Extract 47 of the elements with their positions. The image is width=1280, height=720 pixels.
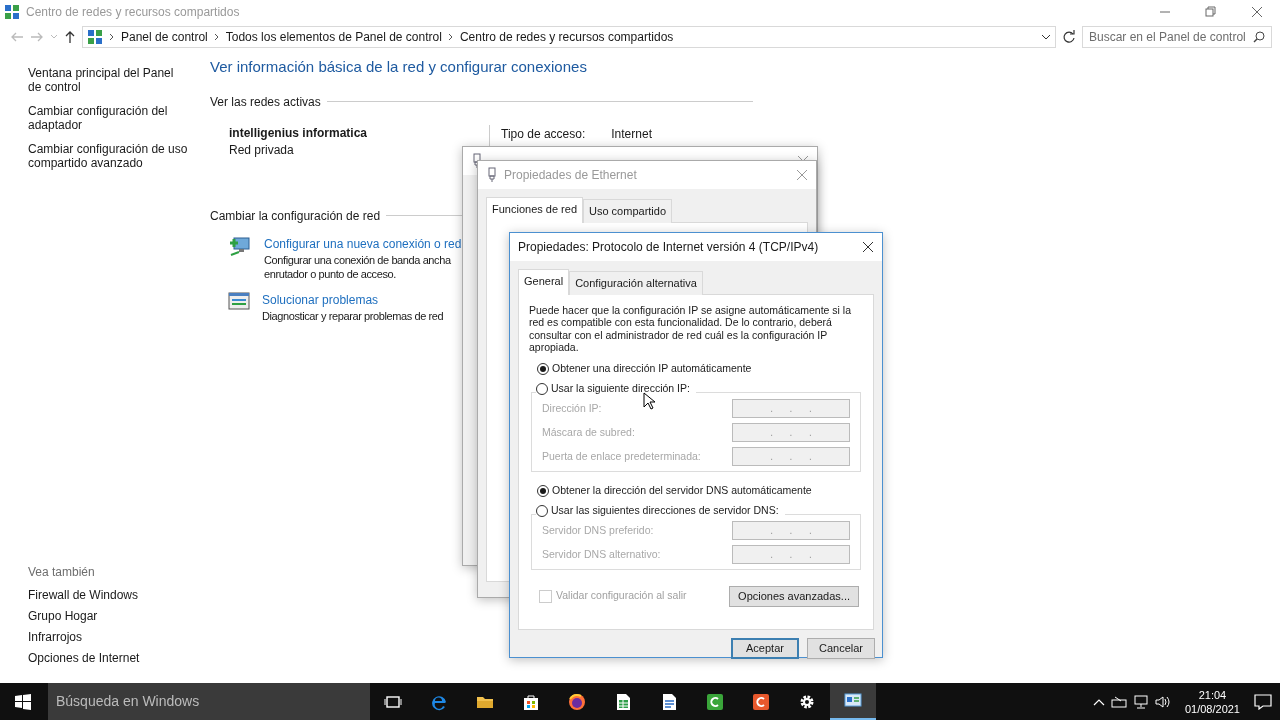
sidebar-link[interactable]: Firewall de Windows bbox=[28, 588, 190, 602]
sidebar-link[interactable]: Grupo Hogar bbox=[28, 609, 190, 623]
dialog-title: Propiedades: Protocolo de Internet versión 4 (TCP/IPv4) bbox=[518, 239, 819, 256]
breadcrumb[interactable]: Todos los elementos de Panel de control bbox=[225, 28, 442, 46]
clock-date[interactable]: 01/08/2021 bbox=[1184, 701, 1240, 716]
section-label: Cambiar la configuración de red bbox=[210, 207, 381, 225]
tab[interactable]: Configuración alternativa bbox=[569, 271, 703, 295]
section-label: Vea también bbox=[28, 564, 96, 581]
sidebar-link[interactable]: Infrarrojos bbox=[28, 630, 190, 644]
page-heading: Ver información básica de la red y configurar conexiones bbox=[210, 57, 588, 77]
radio-label[interactable]: Obtener la dirección del servidor DNS automáticamente bbox=[552, 482, 812, 499]
field-label: Dirección IP: bbox=[542, 400, 602, 416]
sidebar-link[interactable]: Cambiar configuración del adaptador bbox=[28, 104, 190, 132]
tab[interactable]: General bbox=[518, 269, 570, 295]
field-value: Internet bbox=[611, 125, 652, 139]
dialog-title: Propiedades de Ethernet bbox=[504, 167, 637, 184]
breadcrumb[interactable]: Panel de control bbox=[121, 28, 208, 46]
radio-label[interactable]: Obtener una dirección IP automáticamente bbox=[552, 360, 752, 377]
clock-time[interactable]: 21:04 bbox=[1184, 687, 1240, 702]
sidebar-link[interactable]: Opciones de Internet bbox=[28, 651, 190, 665]
advanced-options-button[interactable]: Opciones avanzadas... bbox=[729, 585, 859, 607]
field-label: Puerta de enlace predeterminada: bbox=[542, 448, 701, 464]
search-field[interactable]: Búsqueda en Windows bbox=[48, 683, 370, 720]
sidebar-link[interactable]: Ventana principal del Panel de control bbox=[28, 66, 190, 94]
tab[interactable]: Uso compartido bbox=[583, 199, 673, 223]
tab[interactable]: Funciones de red bbox=[486, 197, 583, 223]
task-description: Configurar una conexión de banda ancha enrutador o punto de acceso. bbox=[264, 252, 452, 281]
network-type: Red privada bbox=[229, 141, 295, 159]
task-link[interactable]: Solucionar problemas bbox=[262, 292, 379, 307]
section-label: Ver las redes activas bbox=[210, 93, 321, 111]
radio-label[interactable]: Usar las siguientes direcciones de servidor DNS: bbox=[551, 502, 779, 519]
radio-label[interactable]: Usar la siguiente dirección IP: bbox=[551, 380, 690, 397]
address-field[interactable]: Panel de control Todos los elementos de Panel de control Centro de redes y recursos compartidos bbox=[82, 26, 1056, 48]
task-description: Diagnosticar y reparar problemas de red bbox=[262, 308, 444, 323]
field-label: Servidor DNS alternativo: bbox=[542, 546, 661, 562]
description-text: Puede hacer que la configuración IP se asigne automáticamente si la red es compatible con esta funcionalidad. De lo contrario, deberá consultar con el administrador de red cuál es la configuración IP apropiada. bbox=[529, 303, 852, 354]
search-field[interactable]: Buscar en el Panel de control bbox=[1082, 26, 1272, 48]
field-label: Máscara de subred: bbox=[542, 424, 635, 440]
ok-button[interactable]: Aceptar bbox=[731, 637, 799, 659]
window-title: Centro de redes y recursos compartidos bbox=[26, 4, 240, 21]
sidebar-link[interactable]: Cambiar configuración de uso compartido avanzado bbox=[28, 142, 190, 170]
field-label: Servidor DNS preferido: bbox=[542, 522, 654, 538]
network-name: intelligenius informatica bbox=[229, 124, 369, 142]
field-label: Tipo de acceso: bbox=[501, 125, 586, 139]
cancel-button[interactable]: Cancelar bbox=[807, 637, 875, 659]
task-link[interactable]: Configurar una nueva conexión o red bbox=[264, 236, 462, 251]
breadcrumb[interactable]: Centro de redes y recursos compartidos bbox=[459, 28, 674, 46]
